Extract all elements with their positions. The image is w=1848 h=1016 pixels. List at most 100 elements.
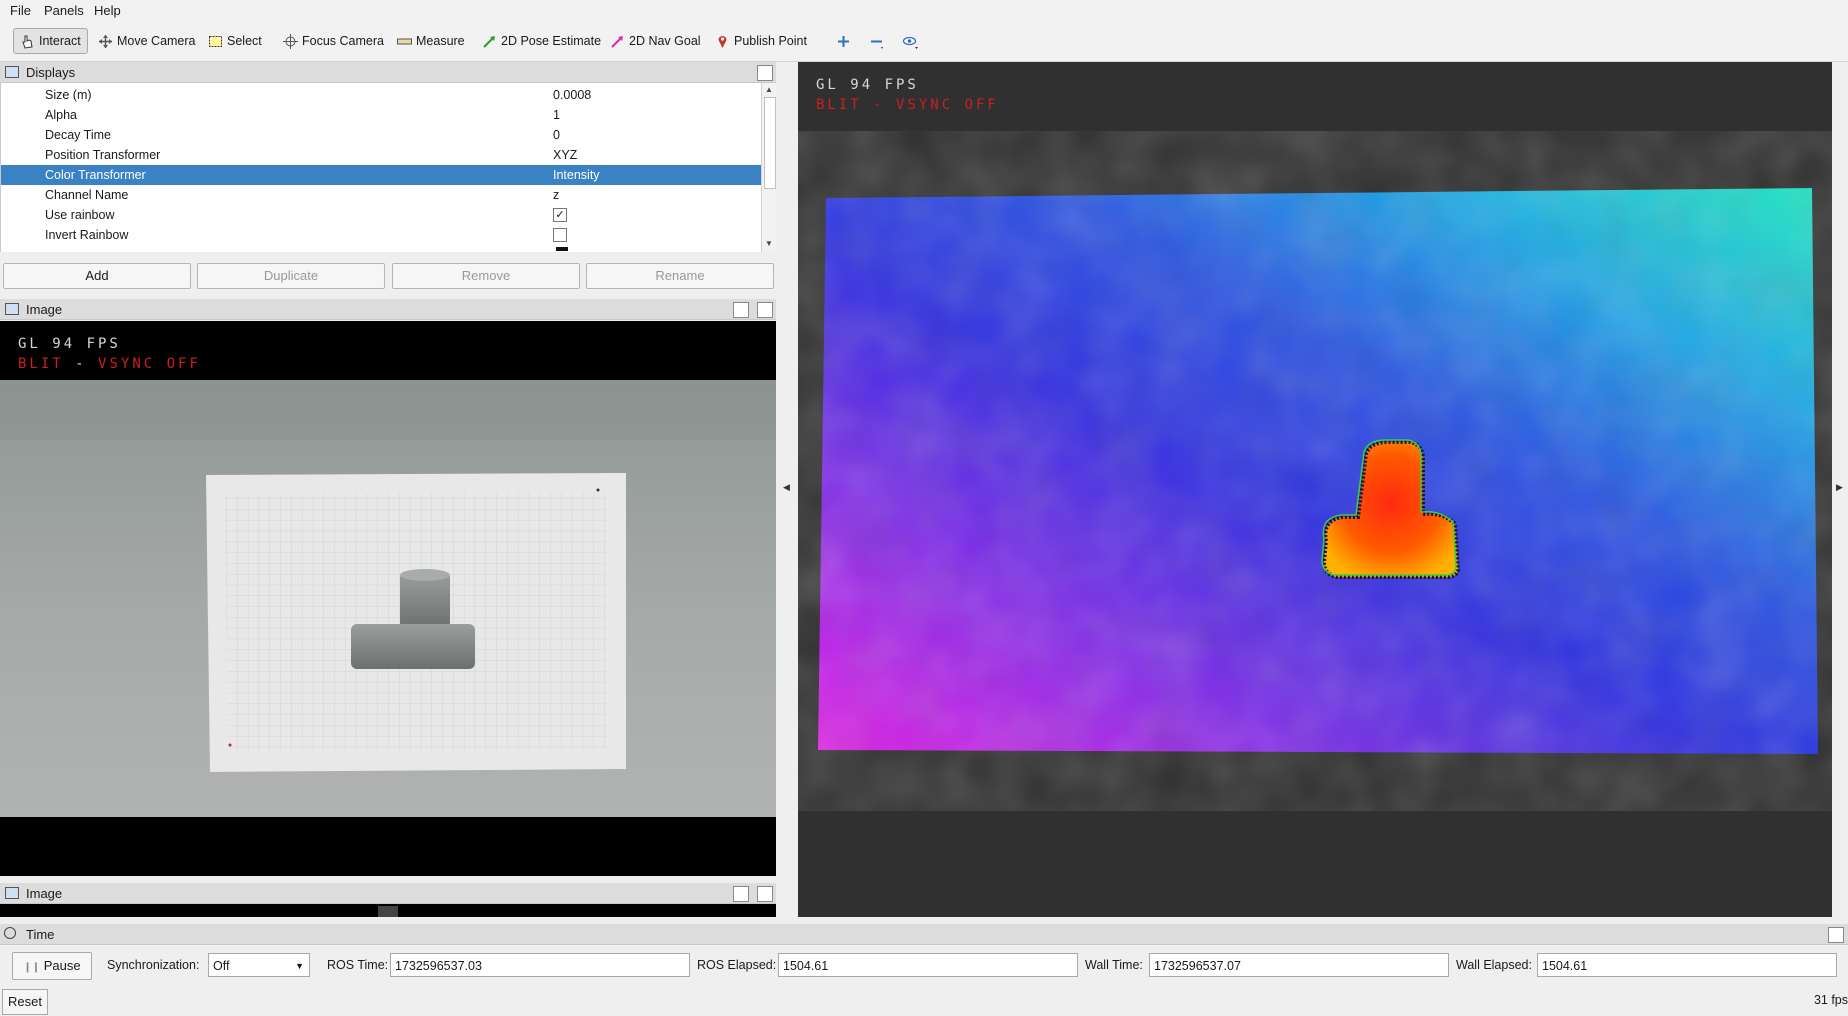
move-camera-tool[interactable]: Move Camera <box>98 30 196 52</box>
focus-camera-tool[interactable]: Focus Camera <box>283 30 384 52</box>
float-panel-button[interactable] <box>733 302 749 318</box>
property-row[interactable]: Use rainbow ✓ <box>1 205 761 225</box>
camera-frame-image <box>0 380 776 817</box>
displays-scrollbar[interactable]: ▲ ▼ <box>761 83 776 252</box>
nav-goal-tool[interactable]: 2D Nav Goal <box>610 30 701 52</box>
minus-icon <box>869 34 884 49</box>
ros-elapsed-field[interactable]: 1504.61 <box>778 953 1078 977</box>
property-row[interactable]: Alpha 1 <box>1 105 761 125</box>
property-row[interactable]: Size (m) 0.0008 <box>1 85 761 105</box>
property-row[interactable]: Position Transformer XYZ <box>1 145 761 165</box>
invert-rainbow-checkbox[interactable] <box>553 228 567 242</box>
wall-elapsed-label: Wall Elapsed: <box>1456 958 1532 972</box>
point-cloud <box>818 188 1818 754</box>
hand-pointer-icon <box>20 34 35 49</box>
vsync-overlay: BLIT - VSYNC OFF <box>18 356 201 372</box>
right-panel-collapse[interactable]: ▶ <box>1832 62 1848 917</box>
property-name: Position Transformer <box>45 148 161 162</box>
wall-elapsed-field[interactable]: 1504.61 <box>1537 953 1837 977</box>
ros-time-field[interactable]: 1732596537.03 <box>390 953 690 977</box>
menubar: File Panels Help <box>0 0 1848 21</box>
measure-tool[interactable]: Measure <box>397 30 465 52</box>
scroll-down-arrow-icon[interactable]: ▼ <box>765 239 773 248</box>
add-tool-button[interactable] <box>836 30 851 52</box>
property-value[interactable]: Intensity <box>553 168 600 182</box>
property-row[interactable]: Invert Rainbow <box>1 225 761 245</box>
property-name: Size (m) <box>45 88 92 102</box>
panel-splitter[interactable]: ◀ <box>776 62 798 917</box>
scroll-up-arrow-icon[interactable]: ▲ <box>765 85 773 94</box>
scrollbar-thumb[interactable] <box>764 97 776 189</box>
property-name: Color Transformer <box>45 168 146 182</box>
property-row-selected[interactable]: Color Transformer Intensity <box>1 165 761 185</box>
measure-label: Measure <box>416 34 465 48</box>
add-button[interactable]: Add <box>3 263 191 289</box>
blit-text: BLIT <box>18 356 64 372</box>
clock-icon <box>4 927 16 939</box>
close-panel-button[interactable] <box>757 886 773 902</box>
magenta-arrow-icon <box>610 34 625 49</box>
property-row[interactable]: Channel Name z <box>1 185 761 205</box>
menu-file[interactable]: File <box>10 3 31 18</box>
pause-label: Pause <box>43 958 81 973</box>
collapse-right-arrow-icon[interactable]: ▶ <box>1836 482 1843 493</box>
map-pin-icon <box>715 34 730 49</box>
selection-box-icon <box>208 34 223 49</box>
image-icon <box>5 887 19 899</box>
property-name: Decay Time <box>45 128 111 142</box>
nav-goal-label: 2D Nav Goal <box>629 34 701 48</box>
close-panel-button[interactable] <box>757 302 773 318</box>
pose-estimate-label: 2D Pose Estimate <box>501 34 602 48</box>
property-value[interactable]: XYZ <box>553 148 577 162</box>
menu-help[interactable]: Help <box>94 3 121 18</box>
wall-time-field[interactable]: 1732596537.07 <box>1149 953 1449 977</box>
view-options-button[interactable] <box>902 30 918 52</box>
pause-icon: ❙❙ <box>23 962 41 973</box>
separator-text: - <box>75 356 87 372</box>
resize-handle[interactable] <box>378 906 398 917</box>
move-camera-label: Move Camera <box>117 34 196 48</box>
property-value[interactable]: 1 <box>553 108 560 122</box>
interact-label: Interact <box>39 34 81 48</box>
publish-point-tool[interactable]: Publish Point <box>715 30 807 52</box>
focus-camera-label: Focus Camera <box>302 34 384 48</box>
use-rainbow-checkbox[interactable]: ✓ <box>553 208 567 222</box>
wall-time-label: Wall Time: <box>1085 958 1143 972</box>
vsync-off-text: VSYNC OFF <box>98 356 201 372</box>
monitor-icon <box>5 66 19 78</box>
reset-button[interactable]: Reset <box>2 989 48 1015</box>
crosshair-icon <box>283 33 298 49</box>
interact-tool[interactable]: Interact <box>13 28 88 54</box>
move-arrows-icon <box>98 34 113 49</box>
collapse-left-arrow-icon[interactable]: ◀ <box>783 482 790 493</box>
property-value[interactable]: 0.0008 <box>553 88 591 102</box>
menu-panels[interactable]: Panels <box>44 3 84 18</box>
render-viewport-3d[interactable]: GL 94 FPS BLIT - VSYNC OFF <box>798 62 1832 917</box>
sync-value: Off <box>213 959 230 973</box>
image-view-2[interactable] <box>0 904 776 917</box>
duplicate-button[interactable]: Duplicate <box>197 263 385 289</box>
float-panel-button[interactable] <box>1828 927 1844 943</box>
sync-label: Synchronization: <box>107 958 200 972</box>
remove-tool-button[interactable] <box>869 30 884 52</box>
property-value[interactable]: 0 <box>553 128 560 142</box>
float-panel-button[interactable] <box>733 886 749 902</box>
property-value[interactable]: z <box>553 188 559 202</box>
remove-button[interactable]: Remove <box>392 263 580 289</box>
pose-estimate-tool[interactable]: 2D Pose Estimate <box>482 30 601 52</box>
property-row-partial <box>1 245 761 252</box>
camera-image-view[interactable]: GL 94 FPS BLIT - VSYNC OFF <box>0 321 776 876</box>
image-icon <box>5 303 19 315</box>
fps-overlay: GL 94 FPS <box>18 336 121 352</box>
sync-dropdown[interactable]: Off ▼ <box>208 953 310 977</box>
publish-point-label: Publish Point <box>734 34 807 48</box>
rename-button[interactable]: Rename <box>586 263 774 289</box>
select-tool[interactable]: Select <box>208 30 262 52</box>
image-panel-title: Image <box>26 302 63 317</box>
pause-button[interactable]: ❙❙ Pause <box>12 952 92 980</box>
time-panel-header: Time <box>0 924 1848 945</box>
time-panel-title: Time <box>26 927 55 942</box>
color-swatch[interactable] <box>556 247 568 251</box>
float-panel-button[interactable] <box>757 65 773 81</box>
property-row[interactable]: Decay Time 0 <box>1 125 761 145</box>
